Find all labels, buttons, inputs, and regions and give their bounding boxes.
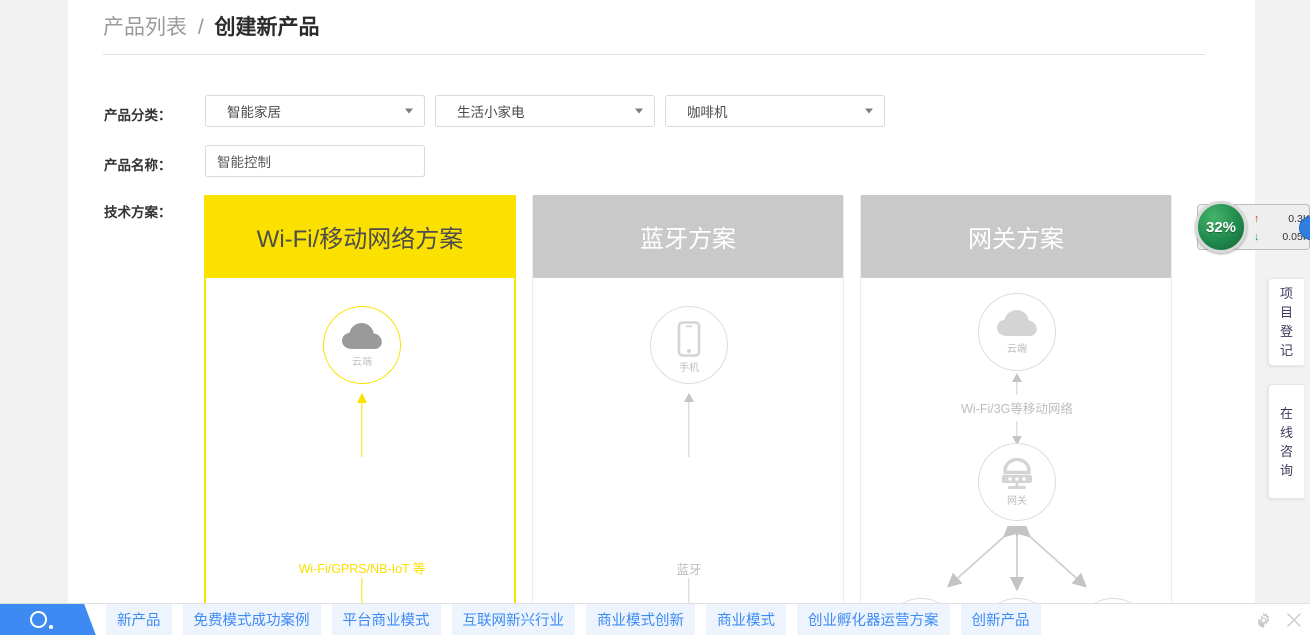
category-select-level3-value: 咖啡机	[687, 105, 728, 120]
edge-arrow-up	[352, 393, 372, 457]
scheme-card-wifi-diagram: 云端 Wi-Fi/GPRS/NB-IoT 等 设备	[206, 278, 514, 613]
node-cloud-label: 云端	[352, 357, 372, 368]
suggestion-chip[interactable]: 商业模式创新	[586, 604, 695, 635]
gateway-icon	[1002, 458, 1032, 489]
node-phone-label: 手机	[679, 363, 699, 374]
side-tab-project-char-2: 目	[1279, 305, 1293, 320]
side-tab-consult-char-2: 线	[1279, 424, 1293, 440]
product-name-input[interactable]: 智能控制	[205, 145, 425, 177]
node-phone: 手机	[650, 306, 728, 384]
suggestion-chip[interactable]: 创业孵化器运营方案	[797, 604, 950, 635]
category-select-level1-value: 智能家居	[227, 105, 281, 120]
cpu-usage-percent: 32%	[1205, 218, 1237, 236]
category-select-level2-value: 生活小家电	[457, 105, 525, 120]
tech-scheme-label: 技术方案：	[104, 205, 172, 220]
breadcrumb-current: 创建新产品	[214, 16, 320, 39]
edge-arrow-down	[1007, 421, 1027, 445]
scheme-card-wifi[interactable]: Wi-Fi/移动网络方案 云端 Wi-Fi/GPRS/NB-IoT 等	[204, 195, 516, 615]
arrow-down-icon: ↓	[1254, 231, 1260, 243]
gear-icon[interactable]	[1255, 612, 1272, 629]
side-tab-consult-char-4: 询	[1279, 462, 1293, 478]
product-name-input-value: 智能控制	[217, 155, 271, 170]
product-name-label: 产品名称：	[104, 158, 172, 173]
edge-arrow-up	[1007, 373, 1027, 395]
suggestion-chip[interactable]: 平台商业模式	[331, 604, 441, 635]
suggestion-chip[interactable]: 新产品	[106, 604, 172, 635]
scheme-card-gateway[interactable]: 网关方案 云端 Wi-Fi/3G等移动网络 网关	[860, 195, 1172, 615]
node-cloud: 云端	[978, 293, 1056, 371]
side-tab-online-consult[interactable]: 在 线 咨 询	[1268, 384, 1304, 499]
side-tab-project-char-1: 项	[1279, 286, 1293, 301]
scheme-card-wifi-title: Wi-Fi/移动网络方案	[206, 195, 514, 278]
cloud-icon	[997, 310, 1037, 336]
breadcrumb: 产品列表 / 创建新产品	[103, 12, 320, 44]
edge-label-bluetooth: 蓝牙	[676, 563, 702, 577]
suggestion-chip[interactable]: 创新产品	[960, 604, 1041, 635]
scheme-card-bluetooth[interactable]: 蓝牙方案 手机 蓝牙	[532, 195, 844, 615]
network-speed-widget[interactable]: 32% ↑ 0.3K/s ↓ 0.05K/s	[1195, 201, 1310, 253]
arrow-up-icon: ↑	[1254, 213, 1260, 225]
category-select-level1[interactable]: 智能家居	[205, 95, 425, 127]
browser-logo-icon[interactable]	[0, 603, 96, 635]
scheme-card-gateway-title: 网关方案	[861, 195, 1171, 278]
bottom-suggestion-bar: 新产品 免费模式成功案例 平台商业模式 互联网新兴行业 商业模式创新 商业模式 …	[0, 603, 1310, 635]
chevron-down-icon	[635, 108, 643, 114]
chevron-down-icon	[405, 108, 413, 114]
side-tab-project-registration[interactable]: 项 目 登 记	[1268, 278, 1304, 366]
scheme-card-bluetooth-title: 蓝牙方案	[533, 195, 843, 278]
app-screen: 产品列表 / 创建新产品 产品分类： 智能家居 生活小家电 咖啡机 产品名称： …	[0, 0, 1310, 635]
side-tab-project-char-3: 登	[1279, 324, 1293, 339]
cloud-icon	[342, 323, 382, 349]
breadcrumb-parent-link[interactable]: 产品列表	[103, 16, 187, 39]
node-gateway: 网关	[978, 443, 1056, 521]
category-select-level3[interactable]: 咖啡机	[665, 95, 885, 127]
breadcrumb-separator: /	[197, 16, 204, 39]
category-label: 产品分类：	[104, 108, 172, 123]
node-cloud-label: 云端	[1007, 344, 1027, 355]
suggestion-chip[interactable]: 免费模式成功案例	[182, 604, 321, 635]
node-cloud: 云端	[323, 306, 401, 384]
suggestion-chip[interactable]: 互联网新兴行业	[451, 604, 575, 635]
scheme-card-bluetooth-diagram: 手机 蓝牙 设备	[533, 278, 843, 614]
header-divider	[103, 54, 1205, 55]
edge-label-gateway-uplink: Wi-Fi/3G等移动网络	[961, 402, 1073, 416]
close-icon[interactable]	[1286, 612, 1302, 628]
category-select-level2[interactable]: 生活小家电	[435, 95, 655, 127]
node-gateway-label: 网关	[1007, 496, 1027, 507]
phone-icon	[677, 321, 701, 357]
gateway-branch-arrows	[946, 526, 1088, 592]
suggestion-chip[interactable]: 商业模式	[706, 604, 786, 635]
edge-label-wifi: Wi-Fi/GPRS/NB-IoT 等	[298, 562, 426, 576]
cpu-usage-orb[interactable]: 32%	[1195, 201, 1247, 253]
side-tab-consult-char-1: 在	[1279, 405, 1293, 421]
bottom-bar-controls	[1255, 604, 1302, 635]
chevron-down-icon	[865, 108, 873, 114]
side-tab-project-char-4: 记	[1279, 343, 1293, 358]
edge-arrow-up	[679, 393, 699, 457]
side-tab-consult-char-3: 咨	[1279, 443, 1293, 459]
suggestion-chips: 新产品 免费模式成功案例 平台商业模式 互联网新兴行业 商业模式创新 商业模式 …	[106, 604, 1052, 635]
scheme-card-gateway-diagram: 云端 Wi-Fi/3G等移动网络 网关	[861, 278, 1171, 614]
